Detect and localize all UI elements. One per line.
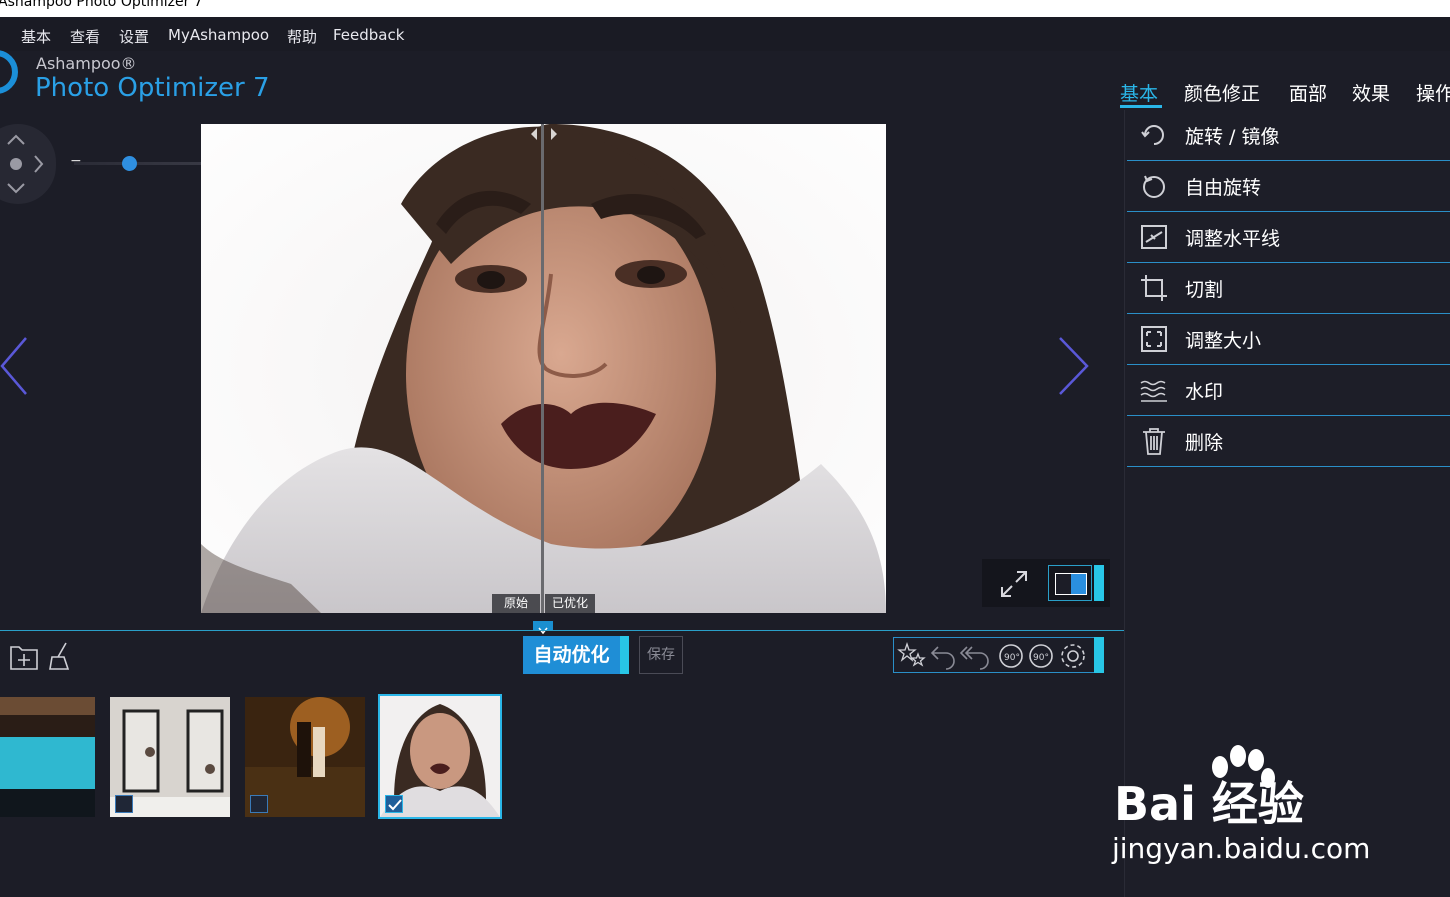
settings-gear-icon[interactable] xyxy=(1058,641,1088,671)
thumbnail-window-kids[interactable] xyxy=(110,697,230,817)
tab-operations[interactable]: 操作 xyxy=(1416,79,1450,106)
rotate-right-90-icon[interactable]: 90° xyxy=(1026,641,1058,671)
zoom-slider-handle[interactable] xyxy=(122,156,137,171)
thumbnail-pool[interactable] xyxy=(0,697,95,817)
thumbnail-couple-sunset[interactable] xyxy=(245,697,365,817)
tab-face[interactable]: 面部 xyxy=(1289,79,1327,106)
rotate-icon xyxy=(1141,125,1164,145)
menu-feedback[interactable]: Feedback xyxy=(333,26,404,44)
tab-basic[interactable]: 基本 xyxy=(1120,79,1158,106)
pan-control[interactable] xyxy=(0,124,56,204)
undo-icon[interactable] xyxy=(928,641,958,671)
brand-product: Photo Optimizer 7 xyxy=(35,73,270,103)
tool-crop[interactable]: 切割 xyxy=(1127,263,1450,314)
watermark-brand: Bai 经验 xyxy=(1114,777,1304,831)
menu-view[interactable]: 查看 xyxy=(70,26,100,47)
svg-text:90°: 90° xyxy=(1004,653,1020,663)
menu-settings[interactable]: 设置 xyxy=(119,26,149,47)
quick-tools: 90° 90° xyxy=(893,637,1095,673)
previous-image-arrow-icon[interactable] xyxy=(0,336,30,396)
save-button[interactable]: 保存 xyxy=(639,636,683,674)
active-tab-indicator xyxy=(1120,105,1162,108)
compare-split-handle[interactable] xyxy=(541,124,544,613)
tool-adjust-horizon[interactable]: 调整水平线 xyxy=(1127,212,1450,263)
tool-label: 调整大小 xyxy=(1185,330,1262,352)
pan-arrows-icon xyxy=(7,134,44,194)
tab-effects[interactable]: 效果 xyxy=(1352,79,1390,106)
clear-broom-icon[interactable] xyxy=(46,641,76,671)
thumbnail-checkbox-checked[interactable] xyxy=(385,795,403,813)
tool-label: 水印 xyxy=(1185,381,1224,403)
checkmark-icon xyxy=(388,799,402,811)
view-controls xyxy=(982,559,1110,607)
tab-color-correction[interactable]: 颜色修正 xyxy=(1184,79,1260,106)
fullscreen-icon[interactable] xyxy=(998,568,1030,600)
thumbnail-checkbox[interactable] xyxy=(250,795,268,813)
zoom-out-button[interactable]: − xyxy=(70,153,82,169)
auto-optimize-dropdown[interactable] xyxy=(620,636,629,674)
tool-label: 删除 xyxy=(1185,432,1224,454)
tool-label: 旋转 / 镜像 xyxy=(1185,126,1280,148)
svg-text:90°: 90° xyxy=(1033,653,1049,663)
trash-icon xyxy=(1143,428,1165,455)
quick-tools-dropdown[interactable] xyxy=(1094,637,1104,673)
tool-label: 切割 xyxy=(1185,279,1224,301)
split-view-icon xyxy=(1055,573,1087,595)
menu-edge: · xyxy=(0,26,1,44)
menu-myashampoo[interactable]: MyAshampoo xyxy=(168,26,269,44)
rotate-left-90-icon[interactable]: 90° xyxy=(994,641,1026,671)
window-title: Ashampoo Photo Optimizer 7 xyxy=(0,0,203,10)
add-folder-icon[interactable] xyxy=(9,641,39,671)
tool-rotate-mirror[interactable]: 旋转 / 镜像 xyxy=(1127,110,1450,161)
tool-label: 调整水平线 xyxy=(1185,228,1281,250)
thumbnail-image xyxy=(0,697,95,817)
original-label: 原始 xyxy=(492,594,540,613)
brand-company: Ashampoo® xyxy=(36,54,137,73)
tool-label: 自由旋转 xyxy=(1185,177,1262,199)
menu-help[interactable]: 帮助 xyxy=(287,26,317,47)
tool-delete[interactable]: 删除 xyxy=(1127,416,1450,467)
tool-free-rotate[interactable]: 自由旋转 xyxy=(1127,161,1450,212)
split-drag-arrows-icon[interactable] xyxy=(528,126,560,142)
auto-optimize-button[interactable]: 自动优化 xyxy=(523,636,620,674)
menu-basic[interactable]: 基本 xyxy=(21,26,51,47)
compare-mode-dropdown[interactable] xyxy=(1094,565,1104,601)
undo-all-icon[interactable] xyxy=(958,641,992,671)
tool-watermark[interactable]: 水印 xyxy=(1127,365,1450,416)
tool-resize[interactable]: 调整大小 xyxy=(1127,314,1450,365)
watermark-url: jingyan.baidu.com xyxy=(1112,832,1371,865)
resize-icon xyxy=(1141,326,1167,352)
divider xyxy=(0,630,1124,631)
watermark-icon xyxy=(1140,380,1167,402)
horizon-icon xyxy=(1141,225,1167,249)
thumbnail-portrait-woman[interactable] xyxy=(378,694,502,819)
free-rotate-icon xyxy=(1143,175,1165,198)
next-image-arrow-icon[interactable] xyxy=(1058,336,1090,396)
favorite-stars-icon[interactable] xyxy=(897,641,927,671)
chevron-down-icon xyxy=(538,627,548,635)
compare-mode-button[interactable] xyxy=(1048,565,1092,601)
title-bar: Ashampoo Photo Optimizer 7 xyxy=(0,0,1450,17)
app-logo xyxy=(0,50,18,94)
optimized-label: 已优化 xyxy=(545,594,595,613)
menu-bar: · 基本 查看 设置 MyAshampoo 帮助 Feedback xyxy=(0,17,1450,51)
zoom-slider[interactable] xyxy=(74,162,222,165)
crop-icon xyxy=(1141,275,1167,301)
thumbnail-checkbox[interactable] xyxy=(115,795,133,813)
